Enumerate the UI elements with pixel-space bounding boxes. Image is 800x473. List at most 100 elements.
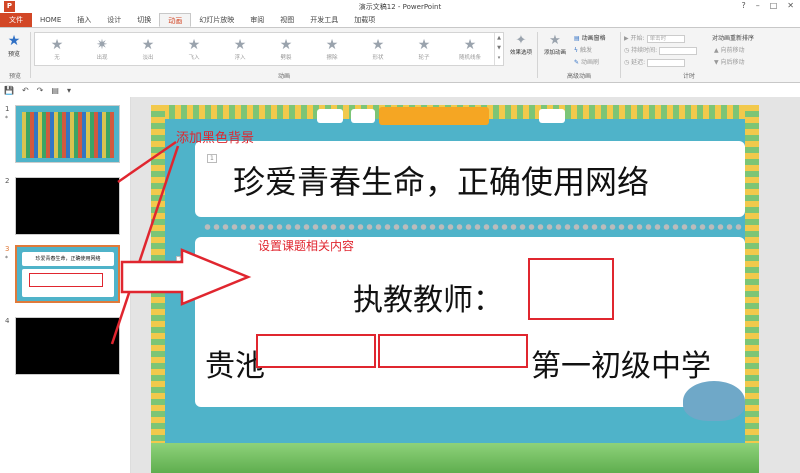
group-label-animation: 动画 — [277, 73, 290, 80]
lightning-icon: ϟ — [574, 47, 578, 54]
star-icon: ★ — [279, 37, 293, 53]
binder-rings — [203, 221, 743, 233]
sticker-icon — [351, 109, 375, 123]
thumb-number: 2 — [5, 177, 10, 185]
thumb-animation-marker: * — [5, 255, 8, 262]
tab-developer[interactable]: 开发工具 — [302, 13, 346, 27]
thumbnail-stripes — [22, 112, 114, 158]
animation-gallery: ★ 无 ✷ 出现 ★ 淡出 ★ 飞入 ★ 浮入 ★ 劈裂 ★ 擦除 ★ 形状 ★ 轮子 ★ 随机线条… — [34, 32, 504, 66]
slide-left-border — [151, 105, 165, 473]
group-divider — [620, 32, 621, 78]
thumb-number: 4 — [5, 317, 10, 325]
tab-home[interactable]: HOME — [32, 13, 69, 27]
minimize-button[interactable]: – — [756, 1, 760, 10]
teacher-name-redacted-box — [528, 258, 614, 320]
reorder-title: 对动画重新排序 — [712, 35, 755, 42]
animation-random-bars[interactable]: ★ 随机线条 — [450, 37, 490, 61]
tab-file[interactable]: 文件 — [0, 13, 32, 27]
animation-none[interactable]: ★ 无 — [37, 37, 77, 61]
tab-view[interactable]: 视图 — [272, 13, 302, 27]
gallery-scroll[interactable]: ▲ ▼ ▾ — [494, 33, 503, 65]
animation-pane-button[interactable]: ▤ 动画窗格 — [574, 33, 606, 42]
group-divider — [537, 32, 538, 78]
tab-design[interactable]: 设计 — [99, 13, 129, 27]
star-icon: ★ — [7, 33, 21, 49]
slide-grass — [151, 443, 759, 473]
close-button[interactable]: ✕ — [787, 1, 794, 10]
powerpoint-window: P 演示文稿12 - PowerPoint ? – □ ✕ 文件 HOME 插入… — [0, 0, 800, 473]
add-animation-button[interactable]: ★ 添加动画 — [540, 33, 570, 56]
thumb-number: 3 — [5, 245, 10, 253]
star-icon: ★ — [417, 37, 431, 53]
tab-animations[interactable]: 动画 — [159, 13, 192, 27]
animation-wheel[interactable]: ★ 轮子 — [404, 37, 444, 61]
animation-split[interactable]: ★ 劈裂 — [266, 37, 306, 61]
school-name-redacted-box — [256, 334, 376, 368]
ribbon-tabs: 文件 HOME 插入 设计 切换 动画 幻灯片放映 审阅 视图 开发工具 加载项 — [0, 13, 800, 27]
sticker-icon — [317, 109, 343, 123]
annotation-course-info: 设置课题相关内容 — [258, 239, 355, 253]
animation-float-in[interactable]: ★ 浮入 — [220, 37, 260, 61]
title-bar: P 演示文稿12 - PowerPoint ? – □ ✕ — [0, 0, 800, 13]
start-field[interactable]: ▶ 开始: 单击时 — [624, 33, 685, 43]
star-icon: ★ — [371, 37, 385, 53]
slide-thumbnail-pane: 1 * 2 3 * 珍爱青春生命，正确使用网络 4 — [0, 97, 131, 473]
star-burst-icon: ✷ — [96, 37, 108, 53]
slide-thumbnail-3[interactable]: 珍爱青春生命，正确使用网络 — [15, 245, 120, 303]
add-animation-icon: ★ — [549, 33, 561, 48]
slide-canvas[interactable]: 1 珍爱青春生命，正确使用网络 2 执教教师： 贵池 第一初级中学 — [151, 105, 759, 473]
group-label-preview: 预览 — [8, 73, 21, 80]
help-button[interactable]: ? — [741, 1, 745, 10]
slide-editor: 1 珍爱青春生命，正确使用网络 2 执教教师： 贵池 第一初级中学 — [131, 97, 800, 473]
school-suffix[interactable]: 第一初级中学 — [531, 341, 711, 385]
group-divider — [30, 32, 31, 78]
trigger-button[interactable]: ϟ 触发 — [574, 45, 592, 54]
thumb-animation-marker: * — [5, 115, 8, 122]
delay-field[interactable]: ◷ 延迟: — [624, 57, 686, 67]
star-icon: ★ — [50, 37, 64, 53]
ribbon: ★ 预览 预览 ★ 无 ✷ 出现 ★ 淡出 ★ 飞入 ★ 浮入 ★ 劈裂 ★ 擦除 ★ 形状 ★… — [0, 27, 800, 83]
slide-thumbnail-1[interactable] — [15, 105, 120, 163]
save-icon[interactable]: 💾 — [4, 86, 14, 95]
animation-appear[interactable]: ✷ 出现 — [82, 37, 122, 61]
presentation-icon[interactable]: ▤ — [51, 86, 59, 95]
tab-insert[interactable]: 插入 — [69, 13, 99, 27]
effect-options-button[interactable]: ✦ 效果选项 — [506, 33, 536, 56]
group-label-advanced: 高级动画 — [566, 73, 591, 80]
preview-button[interactable]: ★ 预览 — [3, 33, 25, 63]
maximize-button[interactable]: □ — [770, 1, 778, 10]
undo-icon[interactable]: ↶ — [22, 86, 29, 95]
tab-transitions[interactable]: 切换 — [129, 13, 159, 27]
animation-fade[interactable]: ★ 淡出 — [128, 37, 168, 61]
school-name-redacted-box — [378, 334, 528, 368]
tab-slideshow[interactable]: 幻灯片放映 — [191, 13, 242, 27]
window-title: 演示文稿12 - PowerPoint — [358, 3, 442, 11]
slide-thumbnail-4[interactable] — [15, 317, 120, 375]
slide-right-border — [745, 105, 759, 473]
group-label-timing: 计时 — [682, 73, 695, 80]
slide-title[interactable]: 珍爱青春生命，正确使用网络 — [233, 157, 649, 203]
move-later-button[interactable]: ▼ 向后移动 — [714, 57, 745, 66]
redo-icon[interactable]: ↷ — [37, 86, 44, 95]
animation-shape[interactable]: ★ 形状 — [358, 37, 398, 61]
move-earlier-button[interactable]: ▲ 向前移动 — [714, 45, 745, 54]
thumbnail-red-box — [29, 273, 103, 287]
quick-access-toolbar: 💾 ↶ ↷ ▤ ▾ — [0, 84, 800, 97]
tab-addins[interactable]: 加载项 — [346, 13, 383, 27]
animation-fly-in[interactable]: ★ 飞入 — [174, 37, 214, 61]
sticker-icon — [539, 109, 565, 123]
thumbnail-title: 珍爱青春生命，正确使用网络 — [22, 252, 114, 266]
star-icon: ★ — [141, 37, 155, 53]
slide-thumbnail-2[interactable] — [15, 177, 120, 235]
animation-painter-button[interactable]: ✎ 动画刷 — [574, 57, 599, 66]
animation-pane-icon: ▤ — [574, 35, 580, 42]
star-icon: ★ — [463, 37, 477, 53]
customize-icon[interactable]: ▾ — [67, 86, 71, 95]
star-icon: ★ — [187, 37, 201, 53]
animation-wipe[interactable]: ★ 擦除 — [312, 37, 352, 61]
tab-review[interactable]: 审阅 — [242, 13, 272, 27]
teacher-label[interactable]: 执教教师： — [353, 275, 503, 319]
slide-header-tab — [379, 107, 489, 125]
duration-field[interactable]: ◷ 持续时间: — [624, 45, 698, 55]
dolphin-decoration — [683, 381, 745, 421]
